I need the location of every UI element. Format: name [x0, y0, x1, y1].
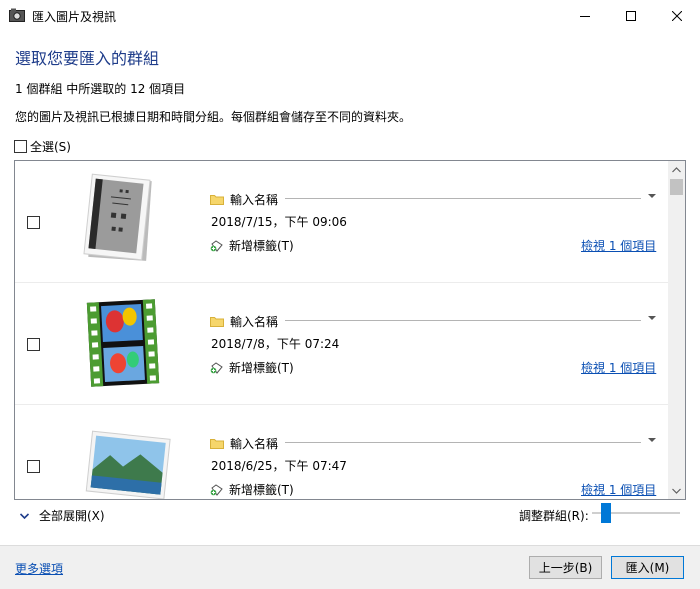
group-item: 輸入名稱 2018/7/8，下午 07:24 新增標籤(T) 檢視 1 個項目: [15, 283, 669, 405]
folder-icon: [210, 195, 224, 205]
group-checkbox[interactable]: [27, 338, 40, 351]
add-tag-button[interactable]: 新增標籤(T): [210, 237, 294, 254]
group-name-field[interactable]: 輸入名稱: [210, 435, 278, 452]
vertical-scrollbar[interactable]: [668, 161, 685, 499]
group-name-field[interactable]: 輸入名稱: [210, 191, 278, 208]
group-date: 2018/6/25，下午 07:47: [211, 459, 347, 473]
chevron-down-icon[interactable]: [648, 194, 656, 198]
group-name-text: 輸入名稱: [230, 437, 279, 451]
view-items-link[interactable]: 檢視 1 個項目: [581, 359, 656, 376]
group-item: 輸入名稱 2018/6/25，下午 07:47 新增標籤(T) 檢視 1 個項目: [15, 405, 669, 499]
group-list[interactable]: 輸入名稱 2018/7/15，下午 09:06 新增標籤(T) 檢視 1 個項目: [14, 160, 686, 500]
group-name-underline: [285, 442, 641, 443]
thumbnail-video-filmstrip[interactable]: [83, 295, 171, 395]
add-tag-button[interactable]: 新增標籤(T): [210, 481, 294, 498]
scroll-up-button[interactable]: [668, 161, 685, 178]
group-date: 2018/7/8，下午 07:24: [211, 337, 340, 351]
add-tag-label: 新增標籤(T): [229, 361, 294, 375]
group-item: 輸入名稱 2018/7/15，下午 09:06 新增標籤(T) 檢視 1 個項目: [15, 161, 669, 283]
camera-icon: [9, 8, 25, 22]
maximize-icon: [626, 10, 636, 21]
close-icon: [672, 10, 682, 21]
slider-handle[interactable]: [601, 503, 611, 523]
minimize-button[interactable]: [562, 0, 608, 31]
page-heading: 選取您要匯入的群組: [15, 49, 160, 68]
title-bar: 匯入圖片及視訊: [0, 0, 700, 31]
footer-bar: 更多選項 上一步(B) 匯入(M): [0, 545, 700, 589]
close-button[interactable]: [654, 0, 700, 31]
group-name-underline: [285, 198, 641, 199]
view-items-link[interactable]: 檢視 1 個項目: [581, 237, 656, 254]
window-title: 匯入圖片及視訊: [32, 10, 117, 24]
maximize-button[interactable]: [608, 0, 654, 31]
thumbnail-document-photo[interactable]: [83, 173, 171, 273]
group-name-field[interactable]: 輸入名稱: [210, 313, 278, 330]
select-all-checkbox[interactable]: 全選(S): [14, 138, 71, 155]
chevron-down-icon[interactable]: [648, 438, 656, 442]
view-items-link[interactable]: 檢視 1 個項目: [581, 481, 656, 498]
more-options-link[interactable]: 更多選項: [15, 560, 63, 577]
selection-count: 1 個群組 中所選取的 12 個項目: [15, 82, 186, 96]
folder-icon: [210, 317, 224, 327]
scroll-down-button[interactable]: [668, 482, 685, 499]
minimize-icon: [580, 15, 590, 17]
scrollbar-thumb[interactable]: [670, 179, 683, 195]
group-date: 2018/7/15，下午 09:06: [211, 215, 347, 229]
chevron-up-icon: [672, 166, 681, 172]
chevron-down-icon: [672, 488, 681, 494]
group-name-underline: [285, 320, 641, 321]
description: 您的圖片及視訊已根據日期和時間分組。每個群組會儲存至不同的資料夾。: [15, 110, 412, 124]
thumbnail-landscape-photo[interactable]: [83, 417, 171, 499]
expand-all-button[interactable]: 全部展開(X): [20, 507, 105, 524]
adjust-groups-slider[interactable]: [592, 502, 680, 524]
add-tag-label: 新增標籤(T): [229, 483, 294, 497]
add-tag-icon: [210, 483, 223, 496]
add-tag-icon: [210, 239, 223, 252]
group-checkbox[interactable]: [27, 216, 40, 229]
chevron-down-icon[interactable]: [648, 316, 656, 320]
group-name-text: 輸入名稱: [230, 193, 279, 207]
add-tag-button[interactable]: 新增標籤(T): [210, 359, 294, 376]
adjust-groups-label: 調整群組(R):: [519, 509, 589, 523]
expand-all-label: 全部展開(X): [39, 509, 105, 523]
import-button[interactable]: 匯入(M): [611, 556, 684, 579]
select-all-box[interactable]: [14, 140, 27, 153]
group-name-text: 輸入名稱: [230, 315, 279, 329]
group-checkbox[interactable]: [27, 460, 40, 473]
chevron-down-icon: [20, 512, 29, 519]
folder-icon: [210, 439, 224, 449]
back-button[interactable]: 上一步(B): [529, 556, 602, 579]
add-tag-label: 新增標籤(T): [229, 239, 294, 253]
select-all-label: 全選(S): [30, 140, 71, 154]
add-tag-icon: [210, 361, 223, 374]
